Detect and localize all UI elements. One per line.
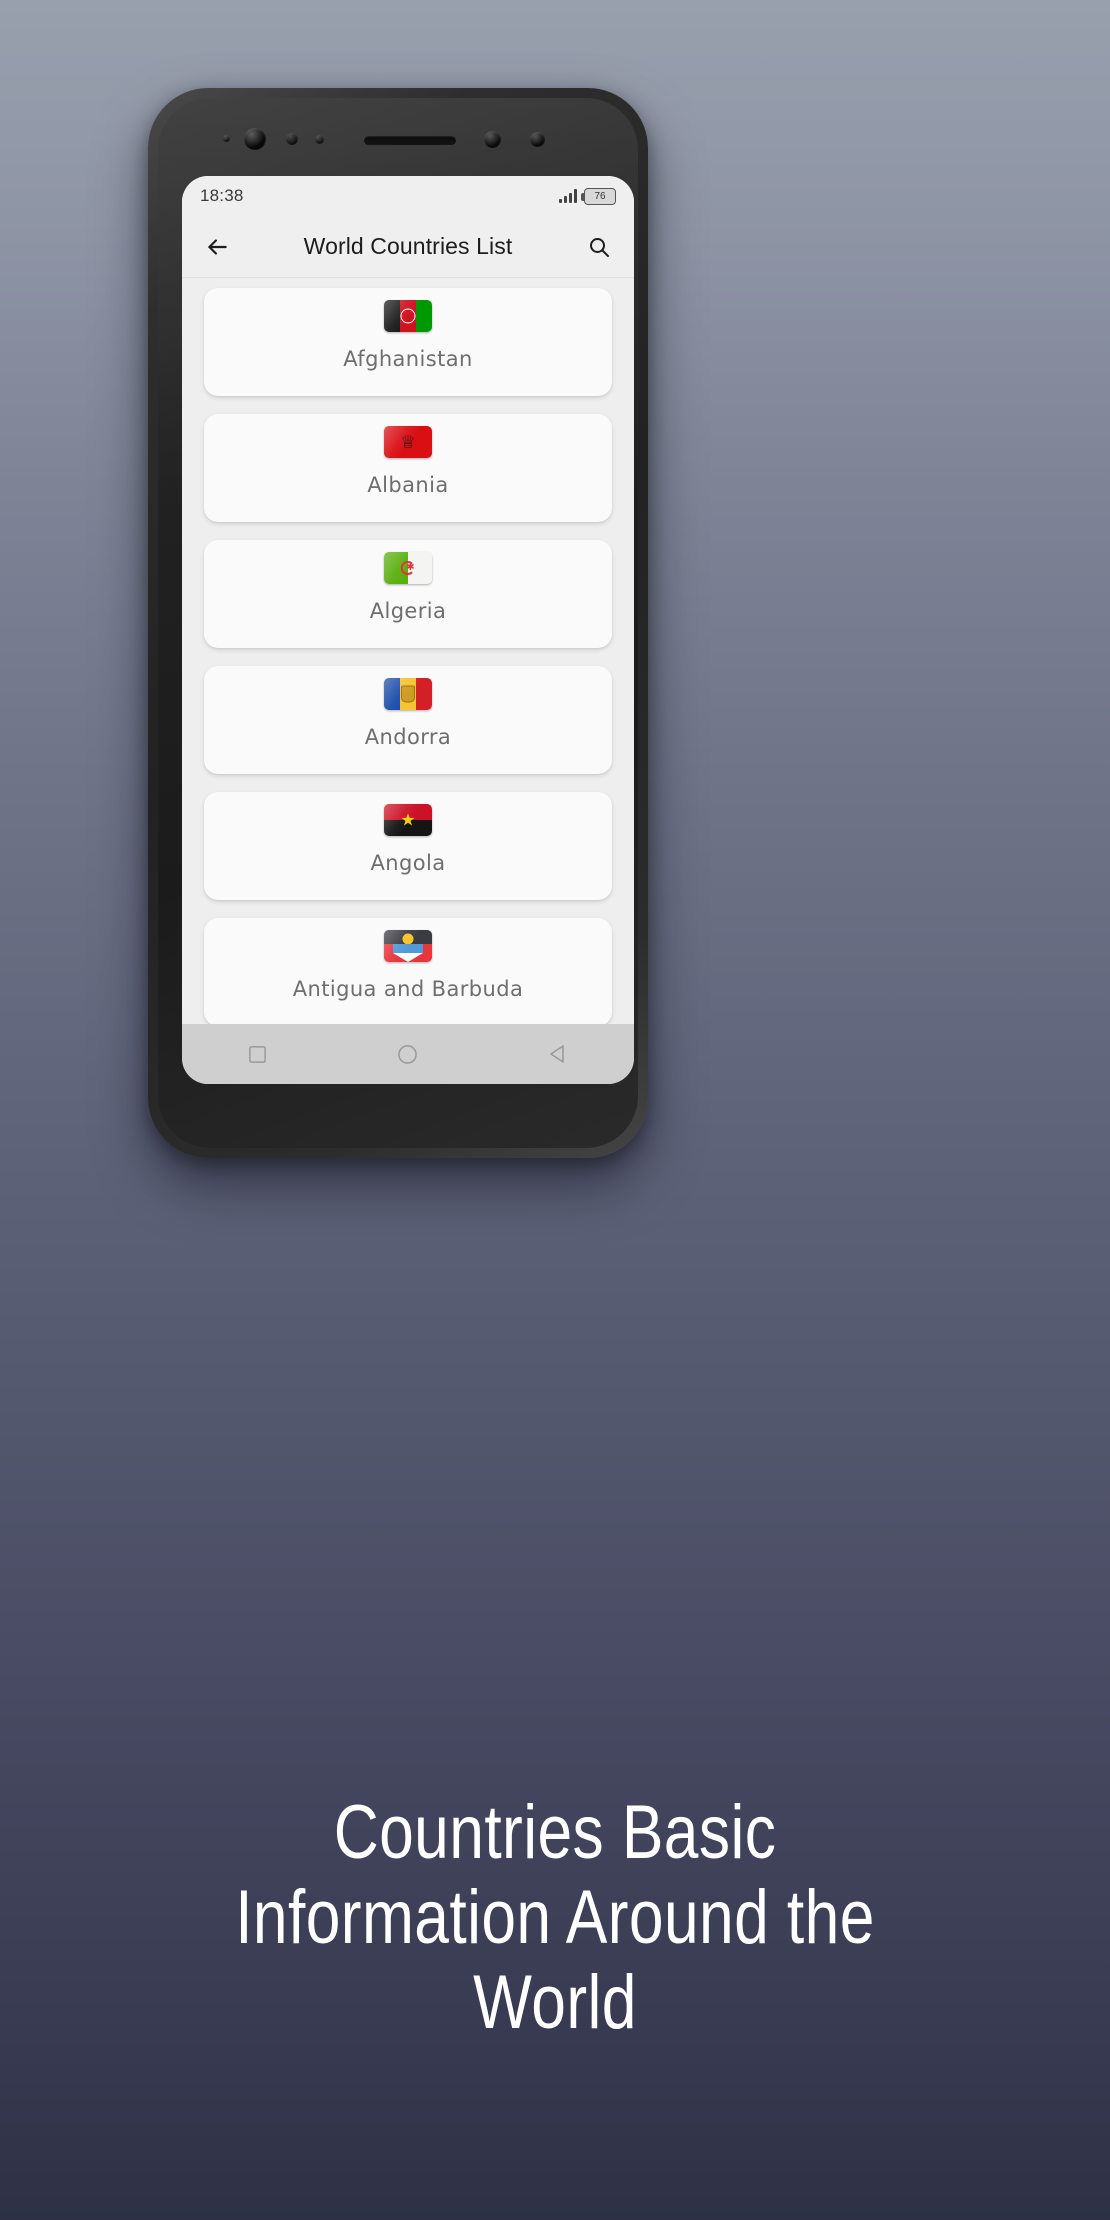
country-name: Angola <box>370 851 446 875</box>
caption-line-1: Countries Basic <box>333 1790 777 1875</box>
battery-level-label: 76 <box>594 190 606 202</box>
flag-andorra <box>384 678 432 710</box>
country-name: Antigua and Barbuda <box>292 977 524 1001</box>
earpiece-speaker-icon <box>364 136 456 145</box>
back-arrow-icon[interactable] <box>200 230 234 264</box>
front-camera-icon <box>244 128 266 150</box>
country-name: Algeria <box>369 599 447 623</box>
sensor-dot-icon <box>223 135 230 142</box>
list-item[interactable]: ★ Angola <box>204 792 612 900</box>
flag-albania: ♕ <box>384 426 432 458</box>
square-recents-icon[interactable] <box>234 1031 280 1077</box>
country-name: Andorra <box>364 725 452 749</box>
flag-algeria: ✱ <box>384 552 432 584</box>
search-icon[interactable] <box>582 230 616 264</box>
flag-afghanistan <box>384 300 432 332</box>
list-item[interactable]: Antigua and Barbuda <box>204 918 612 1024</box>
flag-angola: ★ <box>384 804 432 836</box>
country-name: Albania <box>367 473 449 497</box>
triangle-back-icon[interactable] <box>536 1031 582 1077</box>
phone-bezel: 18:38 76 World Countries List Afghanista… <box>158 98 638 1148</box>
android-nav-bar <box>182 1024 634 1084</box>
circle-home-icon[interactable] <box>385 1031 431 1077</box>
list-item[interactable]: ♕ Albania <box>204 414 612 522</box>
status-time: 18:38 <box>200 186 244 205</box>
status-bar: 18:38 76 <box>182 176 634 216</box>
sensor-dot-icon <box>530 132 545 147</box>
caption-line-3: World <box>473 1960 637 2046</box>
list-item[interactable]: Andorra <box>204 666 612 774</box>
list-item[interactable]: Afghanistan <box>204 288 612 396</box>
phone-sensor-row <box>158 126 638 152</box>
phone-screen: 18:38 76 World Countries List Afghanista… <box>182 176 634 1084</box>
status-icons: 76 <box>559 187 616 205</box>
app-bar: World Countries List <box>182 216 634 278</box>
flag-antigua-and-barbuda <box>384 930 432 962</box>
signal-bars-icon <box>559 189 577 203</box>
phone-device-frame: 18:38 76 World Countries List Afghanista… <box>148 88 648 1158</box>
light-sensor-icon <box>315 135 324 144</box>
battery-icon: 76 <box>581 187 616 205</box>
caption-line-2: Information Around the <box>235 1875 875 1961</box>
sensor-dot-icon <box>484 131 501 148</box>
country-name: Afghanistan <box>343 347 473 371</box>
promo-caption: Countries Basic Information Around the W… <box>100 1790 1010 2045</box>
proximity-sensor-icon <box>286 133 298 145</box>
country-list[interactable]: Afghanistan ♕ Albania ✱ Algeria Andorra … <box>182 278 634 1024</box>
page-title: World Countries List <box>303 233 513 259</box>
list-item[interactable]: ✱ Algeria <box>204 540 612 648</box>
